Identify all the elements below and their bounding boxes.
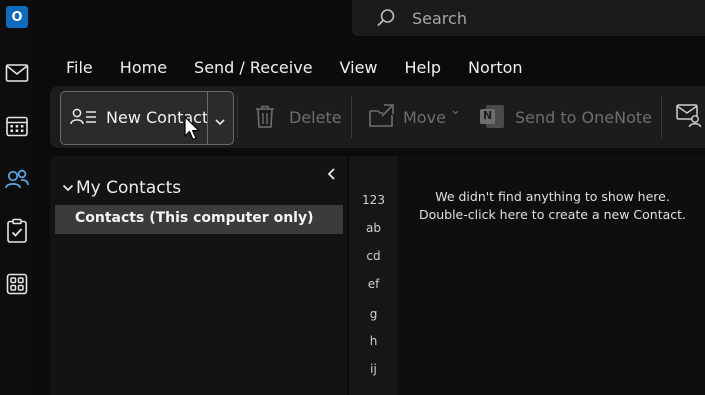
contacts-folder-label: Contacts (This computer only) [75,210,314,226]
ribbon-separator [237,96,238,138]
empty-line-1: We didn't find anything to show here. [435,189,670,204]
search-box[interactable]: Search [352,0,705,36]
my-contacts-group[interactable]: My Contacts [62,178,181,198]
tab-norton[interactable]: Norton [468,58,523,82]
tab-send-receive[interactable]: Send / Receive [194,58,313,82]
trash-icon [254,104,276,134]
tasks-icon[interactable] [4,218,30,244]
chevron-down-icon[interactable] [213,112,227,131]
search-placeholder: Search [412,9,467,28]
tab-help[interactable]: Help [405,58,441,82]
mail-icon[interactable] [4,60,30,86]
search-icon [376,8,396,32]
tab-view[interactable]: View [340,58,378,82]
move-label: Move [403,108,446,127]
index-item[interactable]: cd [349,249,398,263]
alphabet-index: 123 ab cd ef g h ij [349,156,398,395]
delete-label: Delete [289,108,342,127]
people-icon[interactable] [4,166,30,192]
onenote-letter: N [483,109,493,122]
person-list-icon [70,107,98,131]
onenote-icon: N [479,104,505,129]
index-item[interactable]: g [349,307,398,321]
mouse-cursor-icon [184,116,202,146]
split-divider [207,92,208,144]
collapse-pane-icon[interactable] [326,166,338,185]
ribbon-separator [351,96,352,138]
tab-file[interactable]: File [66,58,93,82]
onenote-label: Send to OneNote [515,108,652,127]
empty-line-2: Double-click here to create a new Contac… [418,207,687,222]
index-item[interactable]: ij [349,362,398,376]
more-apps-icon[interactable] [4,271,30,297]
index-item[interactable]: 123 [349,193,398,207]
new-contact-button[interactable]: New Contact [60,91,234,145]
tab-home[interactable]: Home [119,58,168,88]
contact-card-button[interactable] [676,104,702,132]
index-item[interactable]: h [349,334,398,348]
index-item[interactable]: ef [349,277,398,291]
contact-card-icon [676,104,702,132]
calendar-icon[interactable] [4,113,30,139]
chevron-down-icon [62,178,74,198]
my-contacts-label: My Contacts [76,178,182,198]
index-item[interactable]: ab [349,221,398,235]
empty-state-message[interactable]: We didn't find anything to show here. Do… [400,188,705,224]
move-folder-icon [368,103,396,133]
contacts-folder-item[interactable]: Contacts (This computer only) [55,205,343,234]
outlook-logo: O [6,6,28,28]
app-rail: O [0,0,34,395]
menu-bar: File Home Send / Receive View Help Norto… [66,58,550,88]
move-dropdown-arrow: ⌄ [450,103,461,118]
ribbon-separator [661,96,662,138]
